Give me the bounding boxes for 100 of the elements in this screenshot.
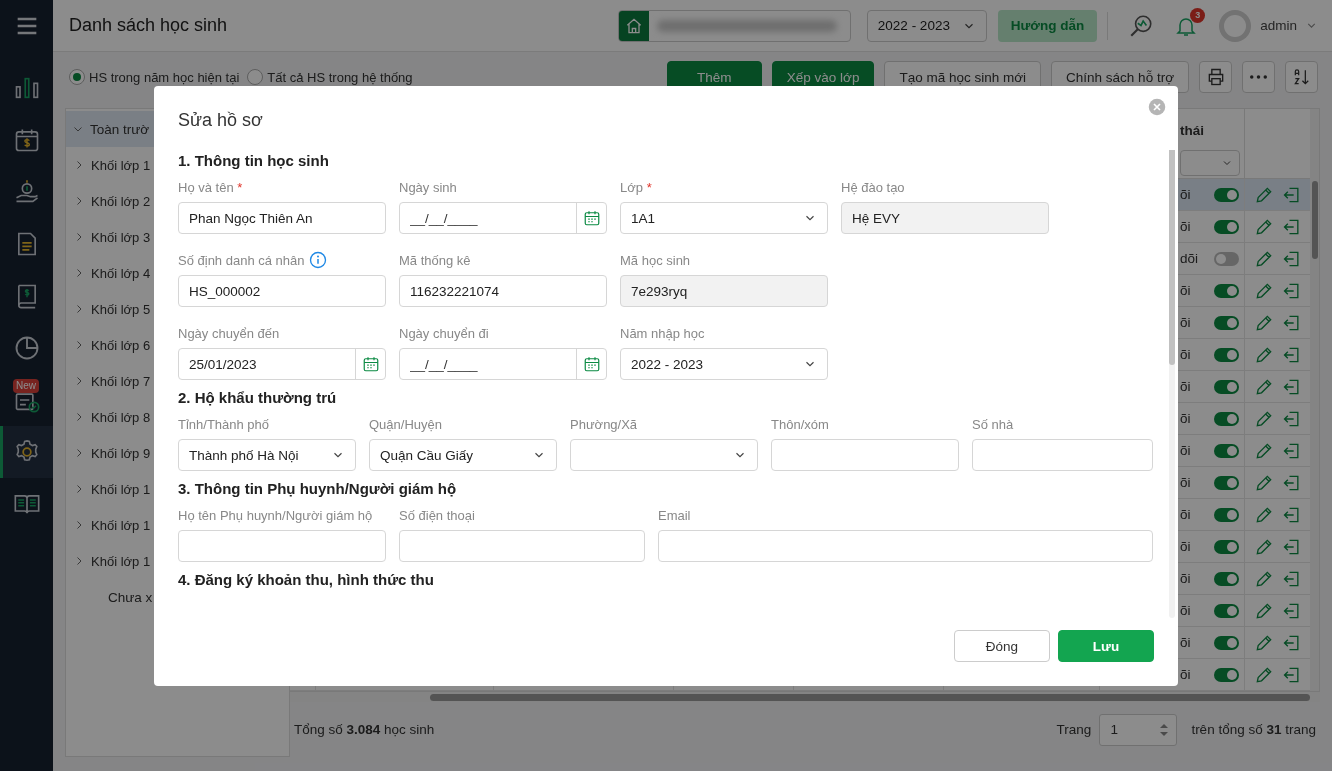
text-field[interactable]: 116232221074 — [399, 275, 607, 307]
field-label: Ngày chuyển đi — [399, 325, 489, 341]
text-field[interactable] — [399, 530, 645, 562]
table-cell: õi — [1180, 187, 1191, 202]
more-button[interactable] — [1242, 61, 1275, 93]
table-cell: õi — [1180, 219, 1191, 234]
table-cell: õi — [1180, 475, 1191, 490]
field-label: Năm nhập học — [620, 325, 705, 341]
radio-option[interactable]: Tất cả HS trong hệ thống — [247, 69, 413, 85]
tree-item[interactable]: Khối lớp 1 — [91, 517, 151, 533]
toggle-switch[interactable] — [1214, 187, 1239, 202]
sort-button[interactable] — [1285, 61, 1318, 93]
info-icon[interactable] — [308, 251, 327, 269]
table-cell: õi — [1180, 443, 1191, 458]
text-field[interactable] — [771, 439, 959, 471]
radio-icon[interactable] — [247, 69, 264, 85]
dropdown[interactable]: Thành phố Hà Nội — [178, 439, 356, 471]
toggle-switch[interactable] — [1214, 507, 1239, 522]
toggle-switch[interactable] — [1214, 475, 1239, 490]
close-button[interactable]: Đóng — [954, 630, 1050, 662]
date-input[interactable]: 25/01/2023 — [179, 349, 355, 379]
date-input[interactable]: __/__/____ — [400, 203, 576, 233]
field-label: Mã học sinh — [620, 252, 691, 268]
notification-badge: 3 — [1190, 7, 1206, 23]
tree-item[interactable]: Khối lớp 9 — [91, 445, 151, 461]
toggle-switch[interactable] — [1214, 411, 1239, 426]
sidebar-item[interactable]: New — [0, 374, 53, 426]
calendar-icon[interactable] — [361, 355, 380, 373]
text-field[interactable] — [658, 530, 1153, 562]
date-picker[interactable]: 25/01/2023 — [178, 348, 386, 380]
dialog-title: Sửa hồ sơ — [178, 110, 264, 131]
dropdown[interactable]: Quận Cầu Giấy — [369, 439, 557, 471]
total-count: Tổng số 3.084 học sinh — [294, 722, 435, 737]
table-cell: õi — [1180, 347, 1191, 362]
dropdown[interactable]: 1A1 — [620, 202, 828, 234]
table-cell: õi — [1180, 315, 1191, 330]
toggle-switch[interactable] — [1214, 283, 1239, 298]
tree-item[interactable]: Khối lớp 6 — [91, 337, 151, 353]
field-label: Họ và tên * — [178, 179, 243, 195]
date-picker[interactable]: __/__/____ — [399, 348, 607, 380]
date-input[interactable]: __/__/____ — [400, 349, 576, 379]
toggle-switch[interactable] — [1214, 571, 1239, 586]
tree-item[interactable]: Toàn trườ — [90, 121, 150, 137]
tree-item[interactable]: Khối lớp 1 — [91, 157, 151, 173]
tree-item[interactable]: Khối lớp 3 — [91, 229, 151, 245]
calendar-icon[interactable] — [582, 355, 601, 373]
field-label: Mã thống kê — [399, 252, 471, 268]
sidebar-item[interactable] — [0, 426, 53, 478]
scrollbar-thumb[interactable] — [1169, 150, 1175, 365]
field-label: Lớp * — [620, 179, 652, 195]
tree-item[interactable]: Khối lớp 1 — [91, 553, 151, 569]
text-field[interactable] — [972, 439, 1153, 471]
dropdown[interactable]: 2022 - 2023 — [620, 348, 828, 380]
field-label: Email — [658, 507, 691, 523]
table-cell: õi — [1180, 667, 1191, 682]
tree-item[interactable]: Chưa x — [108, 589, 153, 605]
toggle-switch[interactable] — [1214, 603, 1239, 618]
toggle-switch[interactable] — [1214, 667, 1239, 682]
scrollbar-thumb[interactable] — [430, 694, 1310, 701]
toggle-switch[interactable] — [1214, 347, 1239, 362]
date-picker[interactable]: __/__/____ — [399, 202, 607, 234]
table-cell: õi — [1180, 507, 1191, 522]
table-cell: õi — [1180, 635, 1191, 650]
tree-item[interactable]: Khối lớp 5 — [91, 301, 151, 317]
field-label: Số định danh cá nhân — [178, 252, 305, 268]
tree-item[interactable]: Khối lớp 2 — [91, 193, 151, 209]
text-field[interactable]: HS_000002 — [178, 275, 386, 307]
radio-option[interactable]: HS trong năm học hiện tại — [69, 69, 240, 85]
save-button[interactable]: Lưu — [1058, 630, 1154, 662]
scrollbar-thumb[interactable] — [1312, 181, 1318, 259]
text-field[interactable] — [178, 530, 386, 562]
user-name[interactable]: admin — [1260, 18, 1297, 33]
radio-icon[interactable] — [69, 69, 85, 85]
school-selector[interactable] — [617, 9, 851, 42]
close-icon[interactable] — [1148, 98, 1166, 116]
page-field[interactable]: 1 — [1099, 713, 1178, 746]
table-cell: õi — [1180, 379, 1191, 394]
tree-item[interactable]: Khối lớp 7 — [91, 373, 151, 389]
tree-item[interactable]: Khối lớp 1 — [91, 481, 151, 497]
calendar-icon[interactable] — [582, 209, 601, 227]
field-label: Họ tên Phụ huynh/Người giám hộ — [178, 507, 373, 523]
more-icon — [1250, 75, 1267, 79]
toggle-switch[interactable] — [1214, 379, 1239, 394]
toggle-switch[interactable] — [1214, 219, 1239, 234]
toggle-switch[interactable] — [1214, 315, 1239, 330]
tree-item[interactable]: Khối lớp 8 — [91, 409, 151, 425]
toggle-switch[interactable] — [1214, 251, 1239, 266]
table-cell: õi — [1180, 283, 1191, 298]
tree-item[interactable]: Khối lớp 4 — [91, 265, 151, 281]
text-field[interactable]: Phan Ngọc Thiên An — [178, 202, 386, 234]
toggle-switch[interactable] — [1214, 635, 1239, 650]
field-label: Tỉnh/Thành phố — [178, 416, 270, 432]
new-badge: New — [13, 379, 39, 393]
toggle-switch[interactable] — [1214, 539, 1239, 554]
year-dropdown[interactable]: 2022 - 2023 — [866, 9, 987, 42]
toggle-switch[interactable] — [1214, 443, 1239, 458]
page-title: Danh sách học sinh — [69, 15, 229, 36]
page-label: Trang — [1056, 722, 1092, 737]
table-cell: õi — [1180, 411, 1191, 426]
print-button[interactable] — [1199, 61, 1232, 93]
